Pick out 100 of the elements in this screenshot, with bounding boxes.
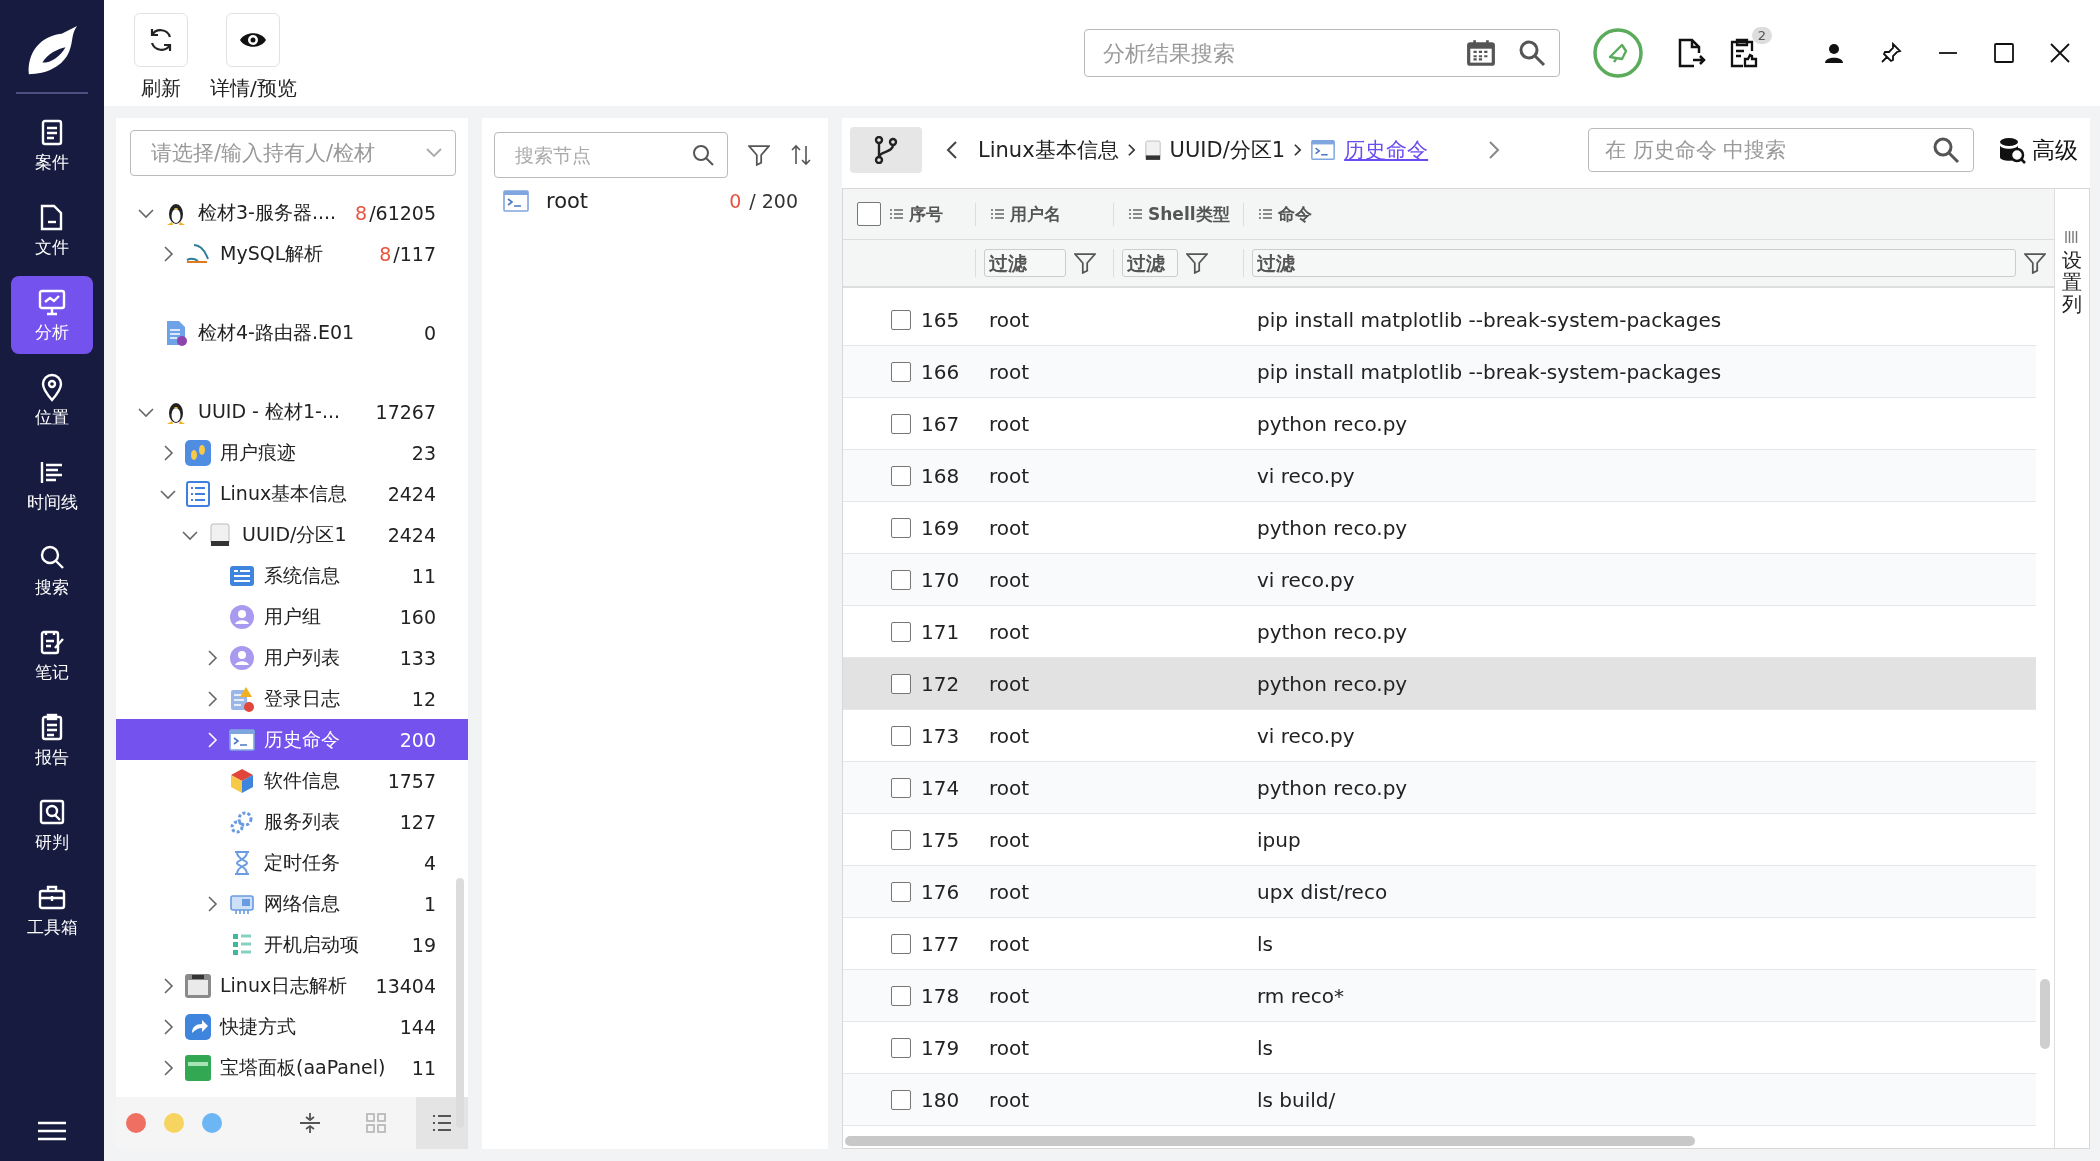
row-checkbox[interactable] <box>891 569 911 590</box>
breadcrumb-link[interactable]: UUID/分区1 <box>1169 136 1286 164</box>
scrollbar-thumb[interactable] <box>456 878 464 1128</box>
advanced-search-button[interactable]: 高级 <box>1994 134 2090 166</box>
nav-item[interactable]: 报告 <box>11 701 93 779</box>
nav-item[interactable]: 分析 <box>11 276 93 354</box>
item-count: 11 <box>411 1056 436 1079</box>
nav-item[interactable]: 搜索 <box>11 531 93 609</box>
search-field[interactable]: 分析结果搜索 <box>1084 29 1560 77</box>
bell-icon[interactable] <box>1592 27 1644 79</box>
calendar-icon[interactable] <box>1466 39 1496 67</box>
column-header[interactable]: 用户名 <box>990 202 1061 226</box>
table-row[interactable]: 178 root rm reco* <box>843 970 2036 1022</box>
table-row[interactable]: 180 root ls build/ <box>843 1074 2036 1126</box>
row-checkbox[interactable] <box>891 725 911 746</box>
filter-icon[interactable] <box>1186 252 1208 274</box>
column-settings-button[interactable]: 设置列 <box>2054 189 2089 1148</box>
row-checkbox[interactable] <box>891 777 911 798</box>
search-field[interactable]: 搜索节点 <box>494 132 728 178</box>
forward-icon[interactable] <box>1488 140 1501 160</box>
column-header[interactable]: Shell类型 <box>1128 202 1230 226</box>
column-header[interactable]: 序号 <box>889 202 943 226</box>
tree-item[interactable]: 系统信息 11 <box>116 555 468 596</box>
tree-item[interactable]: 软件信息 1757 <box>116 760 468 801</box>
tree-item[interactable]: 用户组 160 <box>116 596 468 637</box>
nav-item[interactable]: 文件 <box>11 191 93 269</box>
tree-item[interactable]: 开机启动项 19 <box>116 924 468 965</box>
row-checkbox[interactable] <box>891 465 911 486</box>
tree-item[interactable]: 登录日志 12 <box>116 678 468 719</box>
tree-item[interactable]: Linux基本信息 2424 <box>116 473 468 514</box>
nav-item[interactable]: 案件 <box>11 106 93 184</box>
color-tag[interactable] <box>164 1113 184 1133</box>
row-checkbox[interactable] <box>891 1089 911 1110</box>
branch-button[interactable] <box>850 127 922 173</box>
toolbar-button[interactable] <box>226 12 281 67</box>
tree-item[interactable]: 服务列表 127 <box>116 801 468 842</box>
tree-item[interactable]: 网络信息 1 <box>116 883 468 924</box>
tree-item[interactable]: UUID - 检材1-... 17267 <box>116 391 468 432</box>
export-icon[interactable] <box>1676 37 1706 69</box>
table-row[interactable]: 168 root vi reco.py <box>843 450 2036 502</box>
owner-select[interactable]: 请选择/输入持有人/检材 <box>130 130 456 176</box>
nav-item[interactable]: 工具箱 <box>11 871 93 949</box>
filter-field[interactable]: 过滤 <box>1122 249 1178 277</box>
search-field[interactable]: 在 历史命令 中搜索 <box>1588 128 1974 172</box>
tree-item[interactable]: 用户列表 133 <box>116 637 468 678</box>
filter-icon[interactable] <box>1074 252 1096 274</box>
back-icon[interactable] <box>946 140 958 160</box>
view-mode-button[interactable] <box>416 1097 468 1149</box>
scrollbar-thumb[interactable] <box>845 1136 1695 1146</box>
tree-item[interactable]: 检材3-服务器.... 8/61205 <box>116 192 468 233</box>
tree-item[interactable]: 宝塔面板(aaPanel) 11 <box>116 1047 468 1088</box>
clipboard-icon[interactable] <box>1728 37 1758 69</box>
table-row[interactable]: 166 root pip install matplotlib --break-system-packages <box>843 346 2036 398</box>
breadcrumb-link[interactable]: Linux基本信息 <box>978 136 1119 164</box>
toolbar-button[interactable] <box>134 12 188 67</box>
row-checkbox[interactable] <box>891 881 911 902</box>
tree-item[interactable]: Linux日志解析 13404 <box>116 965 468 1006</box>
filter-field[interactable]: 过滤 <box>984 249 1066 277</box>
close-icon[interactable] <box>2050 43 2070 63</box>
scrollbar-thumb[interactable] <box>2040 979 2050 1049</box>
node-item[interactable]: root 0 / 200 <box>494 178 816 224</box>
breadcrumb-link[interactable]: 历史命令 <box>1344 136 1429 164</box>
color-tag[interactable] <box>126 1113 146 1133</box>
nav-item[interactable]: 笔记 <box>11 616 93 694</box>
row-checkbox[interactable] <box>891 621 911 642</box>
sort-icon[interactable] <box>790 144 812 166</box>
row-checkbox[interactable] <box>891 517 911 538</box>
table-row[interactable]: 172 root python reco.py <box>843 658 2036 710</box>
nav-item[interactable]: 研判 <box>11 786 93 864</box>
filter-icon[interactable] <box>748 144 770 166</box>
filter-icon[interactable] <box>2024 252 2046 274</box>
table-row[interactable]: 170 root vi reco.py <box>843 554 2036 606</box>
row-checkbox[interactable] <box>891 829 911 850</box>
nav-item[interactable]: 位置 <box>11 361 93 439</box>
pin-icon[interactable] <box>1880 42 1902 64</box>
menu-icon[interactable] <box>38 1121 66 1141</box>
row-checkbox[interactable] <box>891 309 911 330</box>
tree-item[interactable]: 检材4-路由器.E01 0 <box>116 312 468 353</box>
row-checkbox[interactable] <box>891 1037 911 1058</box>
column-header[interactable]: 命令 <box>1258 202 1312 226</box>
tree-item[interactable]: UUID/分区1 2424 <box>116 514 468 555</box>
tree-item[interactable]: 快捷方式 144 <box>116 1006 468 1047</box>
table-row[interactable]: 176 root upx dist/reco <box>843 866 2036 918</box>
tree-item[interactable]: 定时任务 4 <box>116 842 468 883</box>
row-checkbox[interactable] <box>891 673 911 694</box>
tree-item[interactable]: 历史命令 200 <box>116 719 468 760</box>
row-checkbox[interactable] <box>891 413 911 434</box>
row-checkbox[interactable] <box>891 985 911 1006</box>
table-row[interactable]: 174 root python reco.py <box>843 762 2036 814</box>
maximize-icon[interactable] <box>1994 43 2014 63</box>
nav-item[interactable]: 时间线 <box>11 446 93 524</box>
tree-item[interactable]: MySQL解析 8/117 <box>116 233 468 274</box>
filter-field[interactable]: 过滤 <box>1252 249 2016 277</box>
row-checkbox[interactable] <box>891 361 911 382</box>
user-icon[interactable] <box>1824 43 1844 63</box>
select-all-checkbox[interactable] <box>857 202 881 226</box>
row-checkbox[interactable] <box>891 933 911 954</box>
search-icon[interactable] <box>1518 39 1546 67</box>
color-tag[interactable] <box>202 1113 222 1133</box>
tree-item[interactable]: 用户痕迹 23 <box>116 432 468 473</box>
